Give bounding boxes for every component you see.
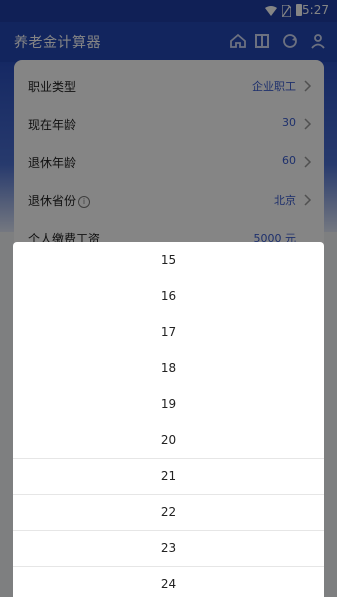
picker-option[interactable]: 16 [13, 278, 324, 314]
picker-option[interactable]: 17 [13, 314, 324, 350]
picker-option[interactable]: 20 [13, 422, 324, 458]
age-picker-sheet: 15 16 17 18 19 20 21 22 23 24 [13, 242, 324, 597]
picker-option[interactable]: 15 [13, 242, 324, 278]
picker-option[interactable]: 22 [13, 494, 324, 530]
picker-option[interactable]: 18 [13, 350, 324, 386]
picker-option[interactable]: 24 [13, 566, 324, 597]
picker-option[interactable]: 19 [13, 386, 324, 422]
picker-option[interactable]: 23 [13, 530, 324, 566]
picker-option[interactable]: 21 [13, 458, 324, 494]
